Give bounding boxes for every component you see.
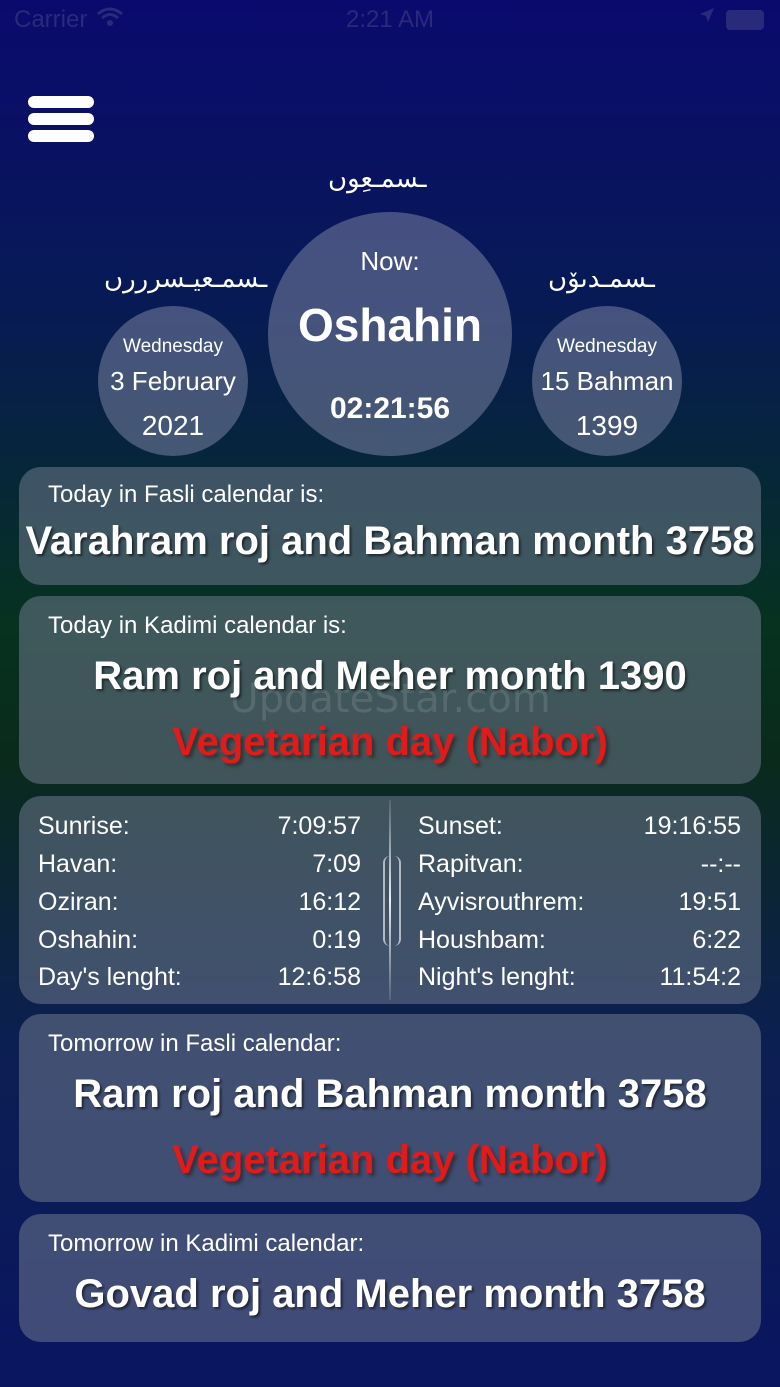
sunset-value: 19:16:55 [643, 812, 741, 840]
today-fasli-value: Varahram roj and Bahman month 3758 [25, 519, 755, 563]
tomorrow-kadimi-card: Tomorrow in Kadimi calendar: Govad roj a… [19, 1214, 761, 1342]
tomorrow-fasli-card: Tomorrow in Fasli calendar: Ram roj and … [19, 1014, 761, 1202]
persian-date-circle: Wednesday 15 Bahman 1399 [532, 306, 682, 456]
sunrise-label: Sunrise: [38, 812, 130, 840]
menu-bar-bottom [28, 130, 94, 142]
tomorrow-vegetarian-note: Vegetarian day (Nabor) [172, 1138, 608, 1182]
oshahin-label: Oshahin: [38, 926, 139, 954]
persian-script-label: ـسمـدںۆں [548, 264, 655, 294]
divider-ornament [383, 856, 401, 946]
oshahin-value: 0:19 [312, 926, 361, 954]
havan-value: 7:09 [312, 850, 361, 878]
havan-label: Havan: [38, 850, 118, 878]
today-kadimi-label: Today in Kadimi calendar is: [48, 612, 347, 639]
battery-icon [726, 10, 764, 30]
tomorrow-kadimi-value: Govad roj and Meher month 3758 [74, 1272, 706, 1316]
rapitvan-label: Rapitvan: [418, 850, 524, 878]
day-length-value: 12:6:58 [277, 963, 361, 991]
watermark: UpdateStar.com [229, 676, 551, 722]
current-gah: Oshahin [297, 299, 483, 351]
menu-bar-top [28, 96, 94, 108]
now-circle: Now: Oshahin 02:21:56 [268, 212, 512, 456]
persian-weekday: Wednesday [557, 336, 657, 357]
today-fasli-label: Today in Fasli calendar is: [48, 481, 325, 508]
persian-year: 1399 [575, 410, 639, 441]
gregorian-year: 2021 [141, 410, 205, 441]
sunrise-value: 7:09:57 [277, 812, 361, 840]
sunset-label: Sunset: [418, 812, 503, 840]
ayvisrouthrem-label: Ayvisrouthrem: [418, 888, 585, 916]
day-length-label: Day's lenght: [38, 963, 182, 991]
prayer-times-card: Sunrise: 7:09:57 Havan: 7:09 Oziran: 16:… [19, 796, 761, 1004]
houshbam-label: Houshbam: [418, 926, 546, 954]
current-clock: 02:21:56 [329, 392, 451, 425]
ayvisrouthrem-value: 19:51 [678, 888, 741, 916]
today-fasli-card: Today in Fasli calendar is: Varahram roj… [19, 467, 761, 585]
gregorian-date: 3 February [110, 366, 236, 396]
oziran-label: Oziran: [38, 888, 119, 916]
now-label: Now: [360, 246, 420, 276]
hamburger-menu-icon[interactable] [28, 96, 94, 142]
night-length-label: Night's lenght: [418, 963, 576, 991]
persian-date: 15 Bahman [540, 366, 674, 396]
tomorrow-fasli-value: Ram roj and Bahman month 3758 [73, 1072, 707, 1116]
status-bar: Carrier 2:21 AM [0, 0, 780, 40]
now-script-label: ـسمـعِوں [328, 164, 427, 194]
gregorian-weekday: Wednesday [123, 336, 223, 357]
tomorrow-kadimi-label: Tomorrow in Kadimi calendar: [48, 1230, 365, 1257]
houshbam-value: 6:22 [692, 926, 741, 954]
status-time: 2:21 AM [345, 6, 435, 33]
today-vegetarian-note: Vegetarian day (Nabor) [172, 720, 608, 764]
night-length-value: 11:54:2 [659, 963, 741, 991]
menu-bar-middle [28, 113, 94, 125]
gregorian-script-label: ـسمـعیـسرررں [104, 264, 268, 294]
rapitvan-value: --:-- [700, 850, 741, 878]
tomorrow-fasli-label: Tomorrow in Fasli calendar: [48, 1030, 342, 1057]
oziran-value: 16:12 [298, 888, 361, 916]
gregorian-date-circle: Wednesday 3 February 2021 [98, 306, 248, 456]
location-arrow-icon [698, 6, 716, 30]
